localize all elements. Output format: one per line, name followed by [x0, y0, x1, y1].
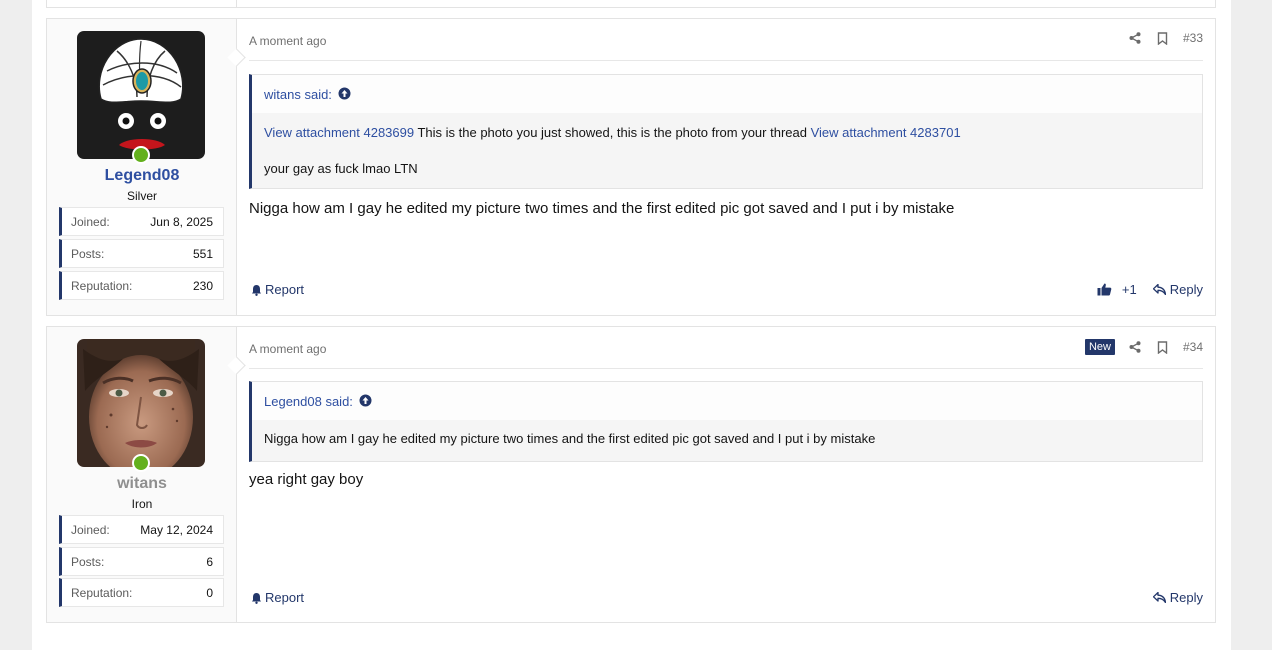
stat-label: Joined: [71, 522, 110, 537]
stat-label: Joined: [71, 214, 110, 229]
post-message: Nigga how am I gay he edited my picture … [249, 200, 955, 217]
quote-text: This is the photo you just showed, this … [414, 125, 811, 140]
quote-content: Nigga how am I gay he edited my picture … [252, 420, 1202, 461]
username[interactable]: Legend08 [47, 167, 237, 185]
stat-value: 0 [206, 585, 213, 600]
stat-label: Reputation: [71, 585, 133, 600]
bell-icon [252, 284, 261, 296]
quote-block: witans said: View attachment 4283699 Thi… [249, 74, 1203, 189]
stat-label: Posts: [71, 246, 105, 261]
bookmark-icon[interactable] [1156, 340, 1169, 354]
previous-post-edge [46, 0, 1216, 8]
bookmark-icon[interactable] [1156, 31, 1169, 45]
quote-content: View attachment 4283699 This is the phot… [252, 113, 1202, 188]
post-header: A moment ago #33 [249, 19, 1203, 61]
user-panel: Legend08 Silver Joined: Jun 8, 2025 Post… [47, 19, 237, 315]
user-title: Iron [131, 497, 153, 511]
stat-joined: Joined: May 12, 2024 [59, 515, 224, 544]
report-label: Report [265, 590, 305, 605]
stat-reputation: Reputation: 230 [59, 271, 224, 300]
new-badge: New [1084, 339, 1115, 355]
post-message: yea right gay boy [249, 471, 364, 488]
reply-button[interactable]: Reply [1152, 590, 1203, 605]
quote-jump-icon[interactable] [338, 87, 351, 103]
post-number[interactable]: #33 [1183, 31, 1203, 45]
online-status-indicator [132, 146, 150, 164]
quote-jump-icon[interactable] [359, 394, 372, 410]
quote-text: Nigga how am I gay he edited my picture … [264, 431, 876, 446]
reply-icon [1152, 592, 1166, 603]
user-title: Silver [126, 189, 157, 203]
avatar[interactable] [77, 339, 205, 467]
stat-label: Reputation: [71, 278, 133, 293]
post-header: A moment ago New #34 [249, 327, 1203, 369]
stat-value: 230 [192, 278, 213, 293]
online-status-indicator [132, 454, 150, 472]
stat-value: 551 [192, 246, 213, 261]
username[interactable]: witans [47, 475, 237, 493]
stat-value: 6 [206, 554, 213, 569]
post-main: A moment ago #33 witans said: View attac… [249, 19, 1203, 315]
post-time[interactable]: A moment ago [249, 342, 326, 356]
user-panel: witans Iron Joined: May 12, 2024 Posts: … [47, 327, 237, 622]
post-33: Legend08 Silver Joined: Jun 8, 2025 Post… [46, 18, 1216, 316]
post-main: A moment ago New #34 Legend08 said: Nigg… [249, 327, 1203, 622]
stat-value: May 12, 2024 [140, 522, 213, 537]
like-button[interactable]: +1 [1097, 282, 1137, 297]
reply-button[interactable]: Reply [1152, 282, 1203, 297]
bell-icon [252, 592, 261, 604]
report-label: Report [265, 282, 305, 297]
stat-posts: Posts: 551 [59, 239, 224, 268]
stat-joined: Joined: Jun 8, 2025 [59, 207, 224, 236]
attachment-link[interactable]: View attachment 4283699 [264, 125, 414, 140]
post-footer: Report +1 Reply [249, 280, 1203, 300]
post-number[interactable]: #34 [1183, 340, 1203, 354]
reply-label: Reply [1169, 282, 1203, 297]
stat-value: Jun 8, 2025 [150, 214, 213, 229]
reply-label: Reply [1169, 590, 1203, 605]
avatar[interactable] [77, 31, 205, 159]
attachment-link[interactable]: View attachment 4283701 [811, 125, 961, 140]
quote-block: Legend08 said: Nigga how am I gay he edi… [249, 381, 1203, 462]
quote-header: Legend08 said: [252, 382, 1202, 420]
share-icon[interactable] [1129, 32, 1142, 45]
quote-text: your gay as fuck lmao LTN [264, 161, 418, 176]
stat-posts: Posts: 6 [59, 547, 224, 576]
quote-author[interactable]: Legend08 said: [264, 394, 353, 409]
report-button[interactable]: Report [251, 590, 304, 605]
share-icon[interactable] [1129, 341, 1142, 354]
reaction-count[interactable]: +1 [1122, 282, 1137, 297]
stat-reputation: Reputation: 0 [59, 578, 224, 607]
post-footer: Report Reply [249, 588, 1203, 608]
post-34: witans Iron Joined: May 12, 2024 Posts: … [46, 326, 1216, 623]
quote-header: witans said: [252, 75, 1202, 113]
post-time[interactable]: A moment ago [249, 34, 326, 48]
thumbs-up-icon [1097, 283, 1112, 296]
stat-label: Posts: [71, 554, 105, 569]
reply-icon [1152, 284, 1166, 295]
report-button[interactable]: Report [251, 282, 304, 297]
quote-author[interactable]: witans said: [264, 87, 332, 102]
